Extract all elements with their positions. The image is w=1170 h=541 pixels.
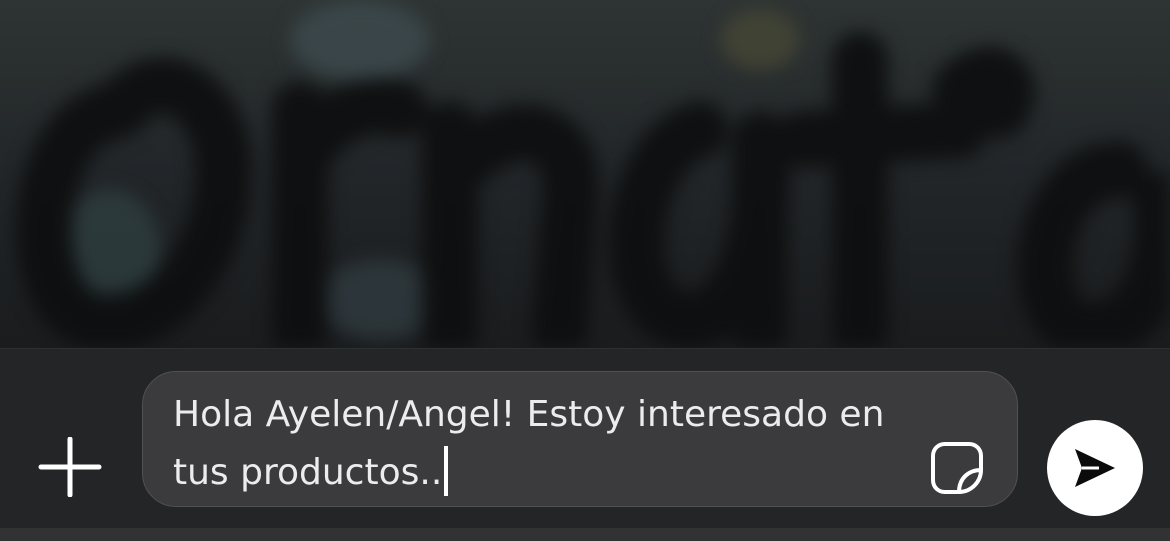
plus-icon [38,437,102,497]
chat-screen: Hola Ayelen/Angel! Estoy interesado en t… [0,0,1170,541]
text-caret [444,446,449,496]
sticker-icon [931,442,983,494]
message-composer: Hola Ayelen/Angel! Estoy interesado en t… [0,348,1170,529]
attach-button[interactable] [35,437,105,497]
blurred-wallpaper-art [16,0,1170,348]
message-text-value: Hola Ayelen/Angel! Estoy interesado en t… [173,394,885,493]
message-input-text[interactable]: Hola Ayelen/Angel! Estoy interesado en t… [173,386,903,502]
send-button[interactable] [1047,420,1143,516]
send-arrow-icon [1075,449,1115,487]
chat-wallpaper [0,0,1170,348]
message-input[interactable]: Hola Ayelen/Angel! Estoy interesado en t… [142,371,1018,507]
sticker-button[interactable] [929,440,985,496]
bottom-edge [0,528,1170,541]
